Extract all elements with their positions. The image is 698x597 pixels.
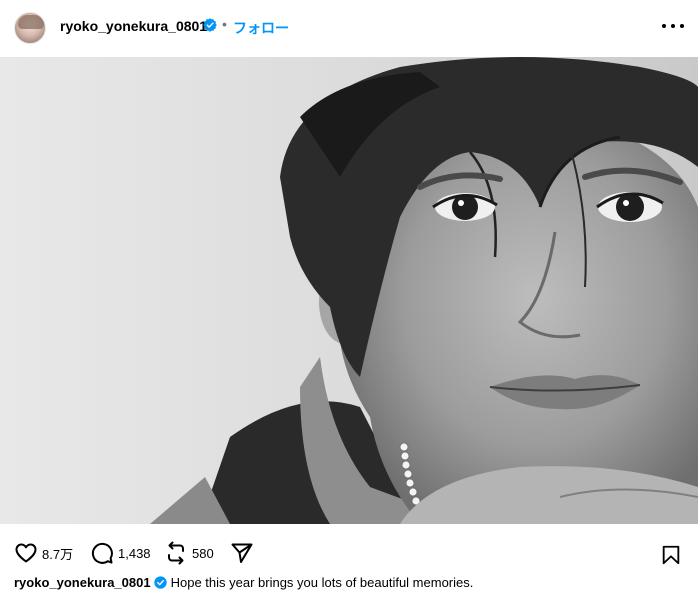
heart-icon[interactable] — [14, 541, 38, 565]
post-image[interactable] — [0, 57, 698, 524]
save-action[interactable] — [660, 544, 682, 571]
profile-username[interactable]: ryoko_yonekura_0801 — [60, 18, 207, 34]
portrait-photo — [0, 57, 698, 524]
profile-avatar[interactable] — [14, 12, 46, 44]
more-options-icon[interactable] — [662, 15, 684, 37]
follow-button[interactable]: フォロー — [233, 18, 289, 38]
like-count: 8.7万 — [42, 546, 74, 562]
verified-badge-icon — [153, 576, 167, 589]
verified-badge-icon — [203, 18, 217, 32]
like-action[interactable]: 8.7万 — [14, 541, 73, 565]
separator-dot: • — [222, 16, 227, 32]
share-action[interactable] — [230, 541, 254, 565]
comment-count: 1,438 — [118, 545, 151, 561]
repost-icon[interactable] — [164, 541, 188, 565]
caption-text: Hope this year brings you lots of beauti… — [170, 575, 474, 590]
caption-username[interactable]: ryoko_yonekura_0801 — [14, 575, 151, 590]
post-caption: ryoko_yonekura_0801 Hope this year bring… — [14, 575, 473, 590]
post-header: ryoko_yonekura_0801 • フォロー — [0, 0, 698, 57]
comment-icon[interactable] — [90, 541, 114, 565]
share-icon[interactable] — [230, 541, 254, 565]
action-bar: 8.7万 1,438 580 — [0, 536, 698, 572]
comment-action[interactable]: 1,438 — [90, 541, 151, 565]
repost-count: 580 — [192, 545, 214, 561]
bookmark-icon[interactable] — [660, 544, 682, 566]
repost-action[interactable]: 580 — [164, 541, 214, 565]
